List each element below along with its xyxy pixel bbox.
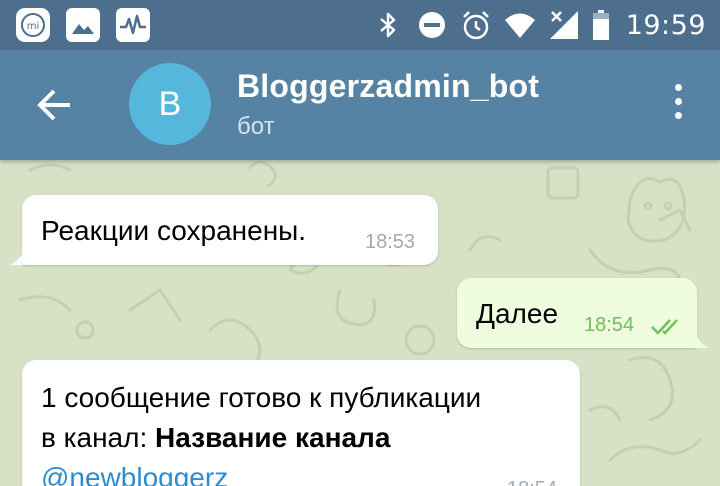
back-button[interactable] bbox=[30, 81, 78, 129]
outgoing-bubble-tail bbox=[695, 332, 709, 348]
chat-subtitle: бот bbox=[237, 113, 275, 140]
mi-logo-icon: mi bbox=[14, 6, 52, 44]
message-text: Реакции сохранены. bbox=[41, 215, 307, 246]
no-signal-icon bbox=[548, 9, 580, 41]
status-bar-notifications: mi bbox=[14, 6, 164, 44]
alarm-icon bbox=[460, 9, 492, 41]
svg-text:mi: mi bbox=[27, 21, 40, 32]
wifi-icon bbox=[504, 9, 536, 41]
message-text: Далее bbox=[476, 298, 559, 329]
incoming-message[interactable]: Реакции сохранены. 18:53 bbox=[22, 195, 438, 265]
gallery-icon bbox=[64, 6, 102, 44]
channel-name: Название канала bbox=[155, 422, 391, 453]
double-check-icon bbox=[651, 319, 678, 335]
avatar[interactable]: B bbox=[129, 63, 211, 145]
message-time: 18:54 bbox=[584, 314, 635, 336]
do-not-disturb-icon bbox=[416, 9, 448, 41]
telegram-chat-screen: mi 19:59 B Bloggerzadmin_bot бот Реакции… bbox=[0, 0, 720, 486]
message-list[interactable]: Реакции сохранены. 18:53 Далее 18:54 1 с… bbox=[0, 160, 720, 486]
outgoing-message[interactable]: Далее 18:54 bbox=[457, 278, 697, 348]
incoming-message[interactable]: 1 сообщение готово к публикации в канал:… bbox=[22, 360, 580, 486]
message-text: в канал: Название канала bbox=[41, 422, 391, 453]
battery-icon bbox=[592, 9, 610, 41]
bluetooth-icon bbox=[372, 9, 404, 41]
status-bar-system: 19:59 bbox=[372, 0, 706, 50]
chat-header: B Bloggerzadmin_bot бот bbox=[0, 50, 720, 160]
channel-username-link[interactable]: @newbloggerz bbox=[41, 462, 228, 486]
status-bar: mi 19:59 bbox=[0, 0, 720, 50]
chat-title[interactable]: Bloggerzadmin_bot bbox=[237, 68, 539, 105]
arrow-left-icon bbox=[37, 89, 70, 121]
message-time: 18:54 bbox=[507, 478, 557, 486]
status-bar-time: 19:59 bbox=[625, 9, 706, 41]
more-vertical-icon bbox=[674, 84, 682, 91]
more-options-button[interactable] bbox=[668, 84, 688, 126]
message-text: 1 сообщение готово к публикации bbox=[41, 382, 482, 413]
activity-icon bbox=[114, 6, 152, 44]
message-time: 18:53 bbox=[365, 231, 416, 253]
